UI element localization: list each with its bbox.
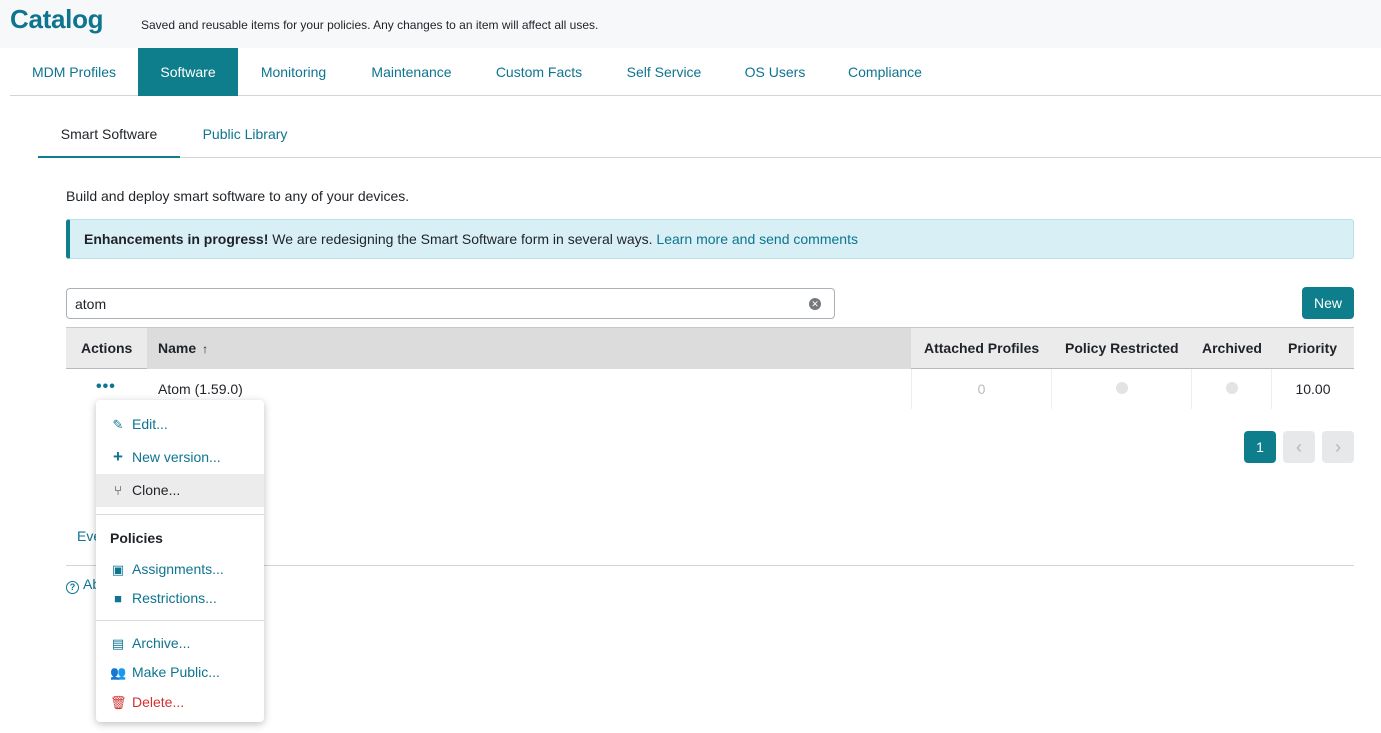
- page-description: Build and deploy smart software to any o…: [66, 188, 410, 204]
- row-archived: [1191, 369, 1271, 409]
- row-policy-restricted: [1051, 369, 1191, 409]
- column-name-label: Name: [158, 340, 197, 356]
- new-button[interactable]: New: [1302, 287, 1354, 319]
- menu-item-new-version[interactable]: + New version...: [96, 441, 264, 473]
- menu-item-delete[interactable]: 🗑 Delete...: [96, 686, 264, 718]
- page-1-button[interactable]: 1: [1244, 431, 1276, 463]
- menu-item-label: New version...: [132, 449, 221, 465]
- menu-item-edit[interactable]: ✎ Edit...: [96, 408, 264, 440]
- menu-item-label: Edit...: [132, 416, 168, 432]
- menu-item-archive[interactable]: ▤ Archive...: [96, 627, 264, 659]
- tab-self-service[interactable]: Self Service: [604, 48, 724, 96]
- clear-icon[interactable]: ✕: [809, 298, 821, 310]
- sort-ascending-icon: ↑: [202, 342, 209, 356]
- page-title: Catalog: [10, 4, 104, 34]
- column-policy-restricted: Policy Restricted: [1065, 340, 1179, 356]
- help-icon: ?: [66, 581, 79, 594]
- main-tabs: MDM Profiles Software Monitoring Mainten…: [10, 48, 1381, 96]
- menu-item-label: Make Public...: [132, 664, 220, 680]
- row-attached-profiles: 0: [911, 369, 1051, 409]
- menu-divider: [96, 620, 264, 621]
- menu-item-assignments[interactable]: ▣ Assignments...: [96, 553, 264, 585]
- tab-compliance[interactable]: Compliance: [826, 48, 944, 96]
- status-dot-icon: [1116, 382, 1128, 394]
- page-header: Catalog Saved and reusable items for you…: [0, 0, 1381, 48]
- plus-icon: +: [113, 447, 123, 466]
- column-priority: Priority: [1288, 340, 1338, 356]
- about-link[interactable]: ? Ab: [66, 576, 100, 594]
- column-name[interactable]: Name ↑: [147, 328, 911, 369]
- edit-icon: ✎: [112, 417, 124, 432]
- more-actions-icon[interactable]: •••: [96, 379, 116, 395]
- tab-software[interactable]: Software: [138, 48, 238, 96]
- menu-item-restrictions[interactable]: ■ Restrictions...: [96, 582, 264, 614]
- status-dot-icon: [1226, 382, 1238, 394]
- actions-menu: ✎ Edit... + New version... ⑂ Clone... Polic…: [96, 400, 264, 722]
- search-input[interactable]: [75, 295, 795, 313]
- prev-page-icon[interactable]: ‹: [1283, 431, 1315, 463]
- menu-item-make-public[interactable]: 👥 Make Public...: [96, 656, 264, 688]
- branch-icon: ⑂: [114, 483, 122, 498]
- tab-os-users[interactable]: OS Users: [724, 48, 826, 96]
- info-alert: Enhancements in progress! We are redesig…: [66, 219, 1354, 259]
- next-page-icon[interactable]: ›: [1322, 431, 1354, 463]
- search-box: ✕: [66, 288, 835, 319]
- column-actions: Actions: [81, 340, 133, 356]
- column-archived: Archived: [1202, 340, 1262, 356]
- sub-tabs: Smart Software Public Library: [38, 110, 1381, 158]
- tab-monitoring[interactable]: Monitoring: [238, 48, 349, 96]
- tab-custom-facts[interactable]: Custom Facts: [474, 48, 604, 96]
- menu-divider: [96, 514, 264, 515]
- alert-text: We are redesigning the Smart Software fo…: [268, 231, 657, 247]
- menu-item-label: Restrictions...: [132, 590, 217, 606]
- menu-item-label: Archive...: [132, 635, 191, 651]
- tab-maintenance[interactable]: Maintenance: [349, 48, 474, 96]
- column-attached-profiles: Attached Profiles: [924, 340, 1040, 356]
- menu-item-label: Clone...: [132, 482, 181, 498]
- menu-item-clone[interactable]: ⑂ Clone...: [96, 474, 264, 507]
- tab-mdm-profiles[interactable]: MDM Profiles: [10, 48, 138, 96]
- trash-icon: 🗑: [110, 695, 127, 710]
- table-header: Actions Name ↑ Attached Profiles Policy R…: [66, 327, 1354, 369]
- row-priority: 10.00: [1271, 369, 1354, 409]
- menu-section-policies: Policies: [110, 530, 163, 546]
- lock-icon: ■: [114, 591, 122, 606]
- tab-public-library[interactable]: Public Library: [180, 110, 310, 158]
- users-icon: 👥: [110, 665, 127, 680]
- learn-more-link[interactable]: Learn more and send comments: [656, 231, 858, 247]
- menu-item-label: Delete...: [132, 694, 185, 710]
- page-subtitle: Saved and reusable items for your polici…: [141, 18, 599, 32]
- tab-smart-software[interactable]: Smart Software: [38, 110, 180, 158]
- alert-title: Enhancements in progress!: [84, 231, 269, 247]
- menu-item-label: Assignments...: [132, 561, 224, 577]
